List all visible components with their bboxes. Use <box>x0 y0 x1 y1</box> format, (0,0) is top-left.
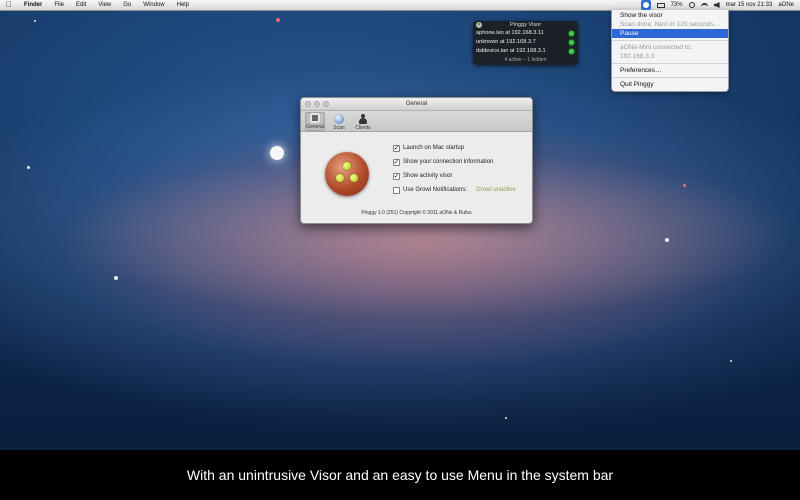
menu-item-scan-status: Scan done. Next in 120 seconds… <box>620 21 721 28</box>
star <box>730 360 732 362</box>
star <box>505 417 507 419</box>
status-green-icon <box>569 31 574 36</box>
checkbox[interactable] <box>393 186 400 194</box>
menu-edit[interactable]: Edit <box>70 0 92 10</box>
user-name-label[interactable]: aONe <box>778 0 794 10</box>
visor-titlebar: × Pinggy Visor <box>473 21 578 29</box>
star <box>665 238 669 242</box>
close-window-button[interactable] <box>305 101 311 107</box>
caption-text: With an unintrusive Visor and an easy to… <box>186 467 614 483</box>
star <box>270 146 284 160</box>
globe-icon <box>334 114 344 124</box>
caption-bar: With an unintrusive Visor and an easy to… <box>0 450 800 500</box>
option-label: Use Growl Notifications: <box>403 187 468 193</box>
option-use-growl-notifications[interactable]: Use Growl Notifications: Growl unactive <box>393 183 516 197</box>
star <box>114 276 118 280</box>
menu-item-pause[interactable]: Pause <box>612 29 728 38</box>
clock-icon[interactable] <box>688 2 695 8</box>
visor-device-row[interactable]: aphone.lan at 192.168.3.11 <box>473 29 578 38</box>
menu-file[interactable]: File <box>48 0 70 10</box>
menu-separator <box>612 40 728 41</box>
close-icon[interactable]: × <box>476 22 482 28</box>
menu-view[interactable]: View <box>92 0 117 10</box>
star <box>276 18 280 22</box>
minimize-window-button[interactable] <box>314 101 320 107</box>
option-label: Show activity visor <box>403 173 453 179</box>
menu-item-preferences[interactable]: Preferences… <box>612 66 728 75</box>
option-launch-on-startup[interactable]: Launch on Mac startup <box>393 141 516 155</box>
general-options: Launch on Mac startup Show your connecti… <box>393 141 516 197</box>
menu-separator <box>612 63 728 64</box>
option-show-connection-info[interactable]: Show your connection information <box>393 155 516 169</box>
menu-window[interactable]: Window <box>137 0 170 10</box>
option-label: Launch on Mac startup <box>403 145 465 151</box>
star <box>27 166 30 169</box>
datetime-label[interactable]: mar 15 nov 21:33 <box>726 0 773 10</box>
tab-scan[interactable]: Scan <box>329 112 349 131</box>
volume-icon[interactable] <box>713 2 720 8</box>
preferences-toolbar: General Scan Clients <box>301 111 532 132</box>
menu-separator <box>612 77 728 78</box>
growl-status: Growl unactive <box>476 187 516 193</box>
monitor-icon[interactable] <box>656 2 665 8</box>
tab-general[interactable]: General <box>305 112 325 131</box>
tab-label: General <box>306 124 324 130</box>
apple-logo-icon[interactable]:  <box>0 0 18 10</box>
checkbox[interactable] <box>393 144 400 152</box>
menu-item-show-visor[interactable]: Show the visor <box>612 11 728 20</box>
visor-title: Pinggy Visor <box>509 22 542 28</box>
status-green-icon <box>569 40 574 45</box>
copyright-text: Pinggy 1.0 (251) Copyright © 2011 aONe &… <box>361 210 472 216</box>
star <box>34 20 36 22</box>
star <box>683 184 686 187</box>
menu-go[interactable]: Go <box>117 0 137 10</box>
device-label: unknown at 192.168.3.7 <box>476 39 536 45</box>
visor-footer: 4 active – 1 hidden <box>504 57 547 63</box>
device-label: aphone.lan at 192.168.3.11 <box>476 30 544 36</box>
status-green-icon <box>569 49 574 54</box>
preferences-content: Launch on Mac startup Show your connecti… <box>301 132 532 223</box>
menu-item-ip-address: 192.168.3.3 <box>620 53 655 60</box>
tab-clients[interactable]: Clients <box>353 112 373 131</box>
checkbox[interactable] <box>393 158 400 166</box>
wifi-icon[interactable] <box>700 2 708 8</box>
device-label: dsldevice.lan at 192.168.3.1 <box>476 48 546 54</box>
window-titlebar[interactable]: General <box>301 98 532 111</box>
menu-help[interactable]: Help <box>171 0 195 10</box>
pinggy-status-icon[interactable] <box>640 0 651 10</box>
tab-label: Scan <box>333 125 345 131</box>
preferences-window: General General Scan Clients Launch on M… <box>300 97 533 224</box>
visor-device-row[interactable]: dsldevice.lan at 192.168.3.1 <box>473 47 578 56</box>
pinggy-menu-dropdown: Show the visor Scan done. Next in 120 se… <box>611 10 729 92</box>
zoom-window-button[interactable] <box>323 101 329 107</box>
option-label: Show your connection information <box>403 159 494 165</box>
pinggy-visor-panel: × Pinggy Visor aphone.lan at 192.168.3.1… <box>473 21 578 65</box>
menu-item-connection-info: aONe-Mini connected to: <box>620 44 692 51</box>
window-controls <box>305 101 329 107</box>
pinggy-logo-icon <box>325 152 369 196</box>
menu-bar-status-area: 73% mar 15 nov 21:33 aONe <box>640 0 794 10</box>
person-icon <box>358 114 368 124</box>
battery-label[interactable]: 73% <box>671 0 683 10</box>
window-title: General <box>405 101 428 107</box>
menu-finder[interactable]: Finder <box>18 0 48 10</box>
option-show-activity-visor[interactable]: Show activity visor <box>393 169 516 183</box>
tab-label: Clients <box>355 125 371 131</box>
switch-icon <box>310 113 320 123</box>
checkbox[interactable] <box>393 172 400 180</box>
visor-device-row[interactable]: unknown at 192.168.3.7 <box>473 38 578 47</box>
menu-item-quit[interactable]: Quit Pinggy <box>612 80 728 89</box>
